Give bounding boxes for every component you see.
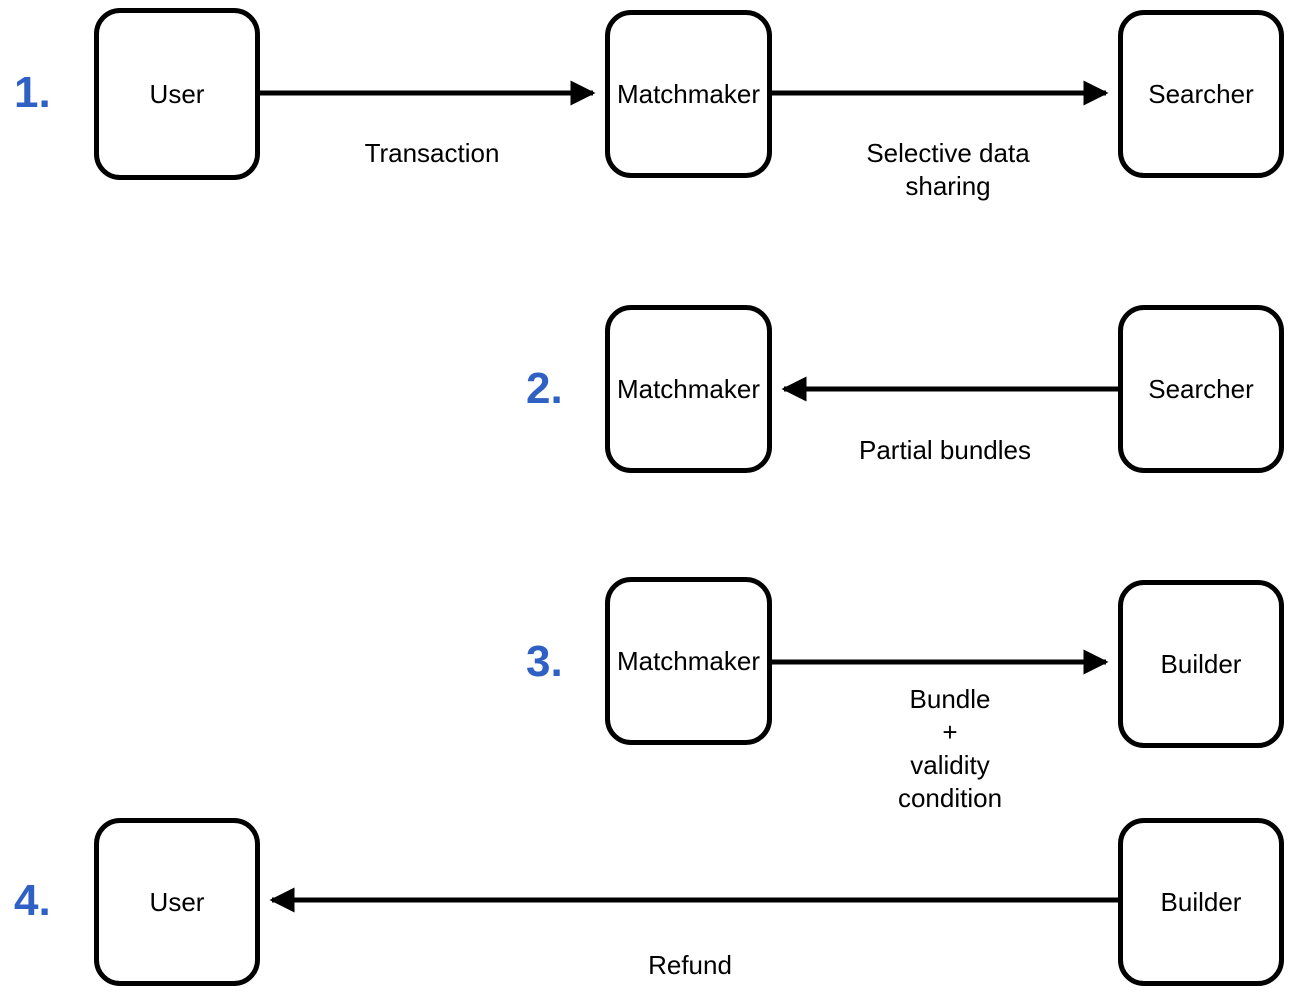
edge-label-bundle-validity-condition: Bundle + validity condition [897,684,1003,813]
flow-diagram: 1. User Matchmaker Searcher Transaction … [0,0,1304,1000]
node-matchmaker-step1[interactable]: Matchmaker [605,10,772,178]
node-user-step4[interactable]: User [94,818,260,986]
node-label: Builder [1160,886,1242,917]
node-label: User [149,78,205,109]
node-label: Matchmaker [616,373,761,404]
node-builder-step3[interactable]: Builder [1118,580,1284,748]
node-label: User [149,886,205,917]
node-label: Builder [1160,648,1242,679]
node-searcher-step2[interactable]: Searcher [1118,305,1284,473]
node-label: Searcher [1148,373,1254,404]
edge-label-transaction: Transaction [364,138,500,168]
node-label: Searcher [1148,78,1254,109]
node-searcher-step1[interactable]: Searcher [1118,10,1284,178]
step-number-1: 1. [14,68,51,117]
node-label: Matchmaker [616,78,761,109]
node-label: Matchmaker [616,645,761,676]
step-number-3: 3. [526,637,563,686]
node-matchmaker-step2[interactable]: Matchmaker [605,305,772,473]
edge-label-partial-bundles: Partial bundles [859,435,1031,465]
node-matchmaker-step3[interactable]: Matchmaker [605,577,772,745]
step-number-2: 2. [526,364,563,413]
edge-label-refund: Refund [648,950,732,980]
step-number-4: 4. [14,876,51,925]
node-user-step1[interactable]: User [94,8,260,180]
node-builder-step4[interactable]: Builder [1118,818,1284,986]
edge-label-selective-data-sharing: Selective data sharing [866,138,1030,201]
